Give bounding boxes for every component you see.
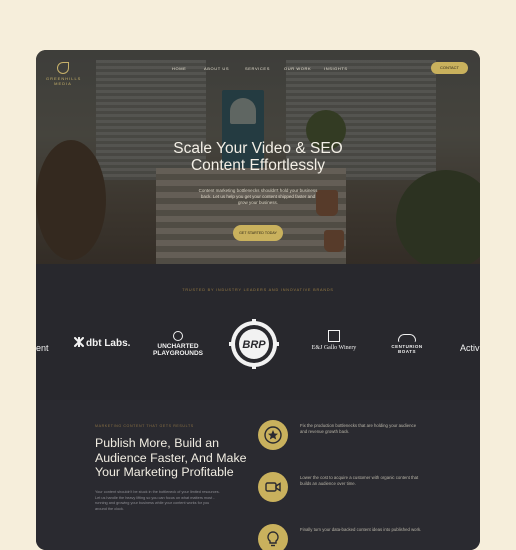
gallo-text: E&J Gallo Winery [311, 345, 357, 351]
uncharted-line2: PLAYGROUNDS [153, 350, 203, 357]
hero-title-line1: Scale Your Video & SEO [173, 140, 343, 157]
gallo-crest-icon [328, 330, 340, 342]
client-logos-section: TRUSTED BY INDUSTRY LEADERS AND INNOVATI… [36, 264, 480, 400]
centurion-line2: BOATS [398, 349, 416, 354]
brand-logo-dbt: dbt Labs. [74, 337, 130, 349]
brand-logo-gallo: E&J Gallo Winery [302, 330, 366, 351]
star-badge-icon [258, 420, 288, 450]
brand-logo-ent: ent [36, 343, 49, 353]
hero-subtitle: Content marketing bottlenecks shouldn't … [198, 188, 318, 205]
logo-text: GREENHILLS MEDIA [46, 76, 82, 86]
logo-icon [57, 62, 69, 74]
top-nav: GREENHILLS MEDIA HOME ABOUT US SERVICES … [36, 50, 480, 90]
brand-logo-uncharted: UNCHARTED PLAYGROUNDS [150, 331, 206, 357]
lightbulb-icon [258, 524, 288, 550]
hero-title: Scale Your Video & SEO Content Effortles… [36, 140, 480, 174]
brp-gear-icon: BRP [229, 319, 279, 369]
video-camera-icon [258, 472, 288, 502]
hero-section: GREENHILLS MEDIA HOME ABOUT US SERVICES … [36, 50, 480, 264]
brand-logo-brp: BRP [229, 319, 279, 369]
value-prop-section: MARKETING CONTENT THAT GETS RESULTS Publ… [36, 400, 480, 550]
feature-text: Lower the cost to acquire a customer wit… [300, 475, 419, 486]
nav-item-home[interactable]: HOME [172, 66, 186, 71]
get-started-label: GET STARTED TODAY [239, 230, 277, 235]
uncharted-line1: UNCHARTED [157, 343, 199, 350]
brand-logo-centurion: CENTURION BOATS [381, 334, 433, 354]
section-paragraph: Your content shouldn't be stuck in the b… [95, 490, 220, 511]
site-logo[interactable]: GREENHILLS MEDIA [46, 62, 80, 86]
get-started-button[interactable]: GET STARTED TODAY [233, 225, 283, 241]
centurion-helmet-icon [398, 334, 416, 342]
logos-label: TRUSTED BY INDUSTRY LEADERS AND INNOVATI… [182, 288, 334, 292]
dbt-icon [74, 337, 84, 347]
nav-item-our-work[interactable]: OUR WORK [284, 66, 311, 71]
website-preview: GREENHILLS MEDIA HOME ABOUT US SERVICES … [36, 50, 480, 550]
brp-text: BRP [242, 339, 266, 351]
feature-text: Fix the production bottlenecks that are … [300, 423, 417, 434]
nav-item-services[interactable]: SERVICES [245, 66, 270, 71]
hero-title-line2: Content Effortlessly [190, 157, 326, 174]
contact-button[interactable]: CONTACT [431, 62, 468, 74]
feature-text: Finally turn your data-backed content id… [300, 527, 422, 532]
section-headline: Publish More, Build an Audience Faster, … [95, 436, 247, 480]
brand-logo-act: Activ [460, 343, 480, 353]
uncharted-icon [173, 331, 183, 341]
nav-item-about[interactable]: ABOUT US [204, 66, 229, 71]
nav-item-insights[interactable]: INSIGHTS [324, 66, 348, 71]
section-eyebrow: MARKETING CONTENT THAT GETS RESULTS [95, 424, 194, 428]
dbt-text: dbt Labs. [86, 338, 131, 349]
